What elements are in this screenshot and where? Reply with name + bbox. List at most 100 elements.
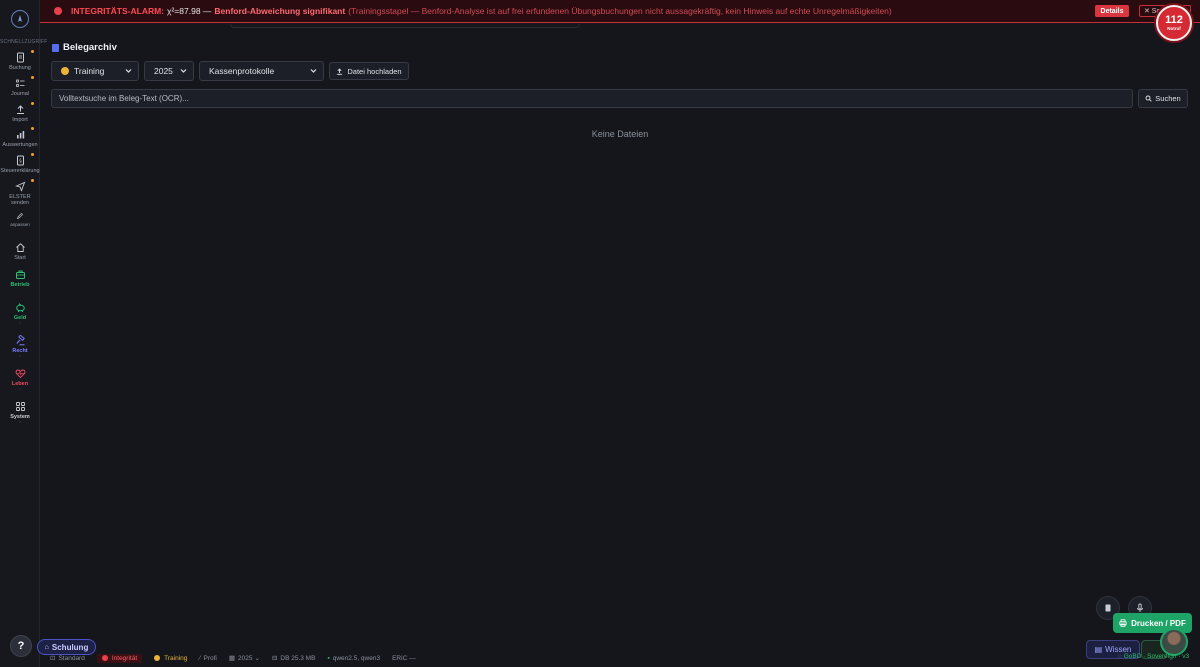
grid-icon (15, 402, 25, 411)
print-pdf-label: Drucken / PDF (1131, 618, 1186, 628)
printer-icon (1119, 619, 1127, 627)
alarm-significance: Benford-Abweichung signifikant (214, 6, 346, 16)
search-icon (1145, 95, 1152, 102)
check-circle-icon: ◌ (1118, 653, 1122, 660)
sidebar-item-expand: › (19, 419, 21, 424)
sidebar-item-anpassen[interactable]: anpassen (0, 212, 40, 228)
status-models: ▪ qwen2.5, qwen3 (327, 654, 381, 662)
chip-icon: ▪ (327, 654, 330, 662)
home-icon (15, 243, 25, 252)
status-training-badge[interactable]: Training (154, 655, 187, 662)
status-eric: ERiC — (392, 654, 416, 662)
alarm-dot-icon (54, 7, 62, 15)
ocr-search-input[interactable] (51, 89, 1133, 108)
alarm-chi-value: χ²=87.98 — (167, 6, 212, 16)
book-icon: ▤ (1094, 645, 1103, 654)
chevron-down-icon (310, 69, 317, 73)
sidebar: SCHNELLZUGRIFF Buchung Journal Import Au… (0, 0, 48, 667)
upload-icon (16, 105, 24, 114)
sidebar-item-journal[interactable]: Journal (0, 76, 40, 97)
piggy-bank-icon (15, 303, 25, 312)
tax-form-icon: § (16, 155, 24, 166)
sidebar-item-geld[interactable]: Geld › (0, 302, 40, 325)
svg-text:§: § (19, 159, 22, 165)
chevron-down-icon (125, 69, 132, 73)
alarm-description: (Trainingsstapel — Benford-Analyse ist a… (348, 6, 892, 16)
sidebar-item-label: Steuererklärung (0, 168, 40, 174)
upload-file-button[interactable]: Datei hochladen (329, 62, 409, 80)
mode-select[interactable]: Training (51, 61, 139, 81)
database-icon: ⊟ (271, 655, 278, 662)
send-icon (14, 181, 25, 192)
sidebar-item-betrieb[interactable]: Betrieb (0, 269, 40, 288)
training-dot-icon (61, 67, 69, 75)
empty-state-text: Keine Dateien (591, 129, 649, 139)
microphone-icon (1137, 603, 1143, 612)
sidebar-item-auswertungen[interactable]: Auswertungen (0, 127, 40, 148)
upload-icon (337, 67, 343, 75)
layout-icon: ⊡ (50, 655, 56, 662)
status-integritaet-badge[interactable]: Integrität (96, 653, 143, 663)
app-logo-icon[interactable] (11, 10, 29, 28)
sidebar-item-recht[interactable]: Recht › (0, 335, 40, 358)
sidebar-item-label: Import (12, 117, 28, 123)
sidebar-item-label: Journal (10, 91, 30, 97)
year-select-value: 2025 (154, 66, 173, 76)
mode-select-value: Training (74, 66, 105, 76)
briefcase-icon (15, 270, 25, 279)
help-button[interactable]: ? (10, 635, 32, 657)
status-bar: ⊡ Standard Integrität Training ⁄ Profi ▦… (40, 651, 1080, 665)
emergency-label: Notruf (1167, 26, 1181, 31)
graduation-cap-icon: ⌂ (44, 643, 49, 651)
sidebar-item-label: anpassen (10, 222, 30, 227)
sidebar-item-label: Start (14, 255, 26, 261)
gobd-version-label: ◌ GoBD · Sovereign · v3 (1118, 653, 1190, 660)
quick-access-label: SCHNELLZUGRIFF (0, 39, 48, 45)
alarm-details-button[interactable]: Details (1095, 5, 1129, 17)
search-button-label: Suchen (1155, 94, 1181, 103)
sidebar-item-expand: › (19, 353, 21, 358)
top-tab-outline (230, 24, 580, 28)
archive-icon (52, 43, 59, 52)
sidebar-item-system[interactable]: System › (0, 401, 40, 424)
sidebar-item-label: Auswertungen (2, 142, 38, 148)
sidebar-item-label: Buchung (9, 65, 31, 71)
status-year[interactable]: ▦ 2025 ⌄ (228, 654, 260, 663)
status-profi[interactable]: ⁄ Profi (199, 655, 216, 662)
assistant-avatar[interactable] (1160, 628, 1188, 656)
wand-icon: ⁄ (199, 654, 201, 662)
category-select[interactable]: Kassenprotokolle (199, 61, 324, 81)
sidebar-item-expand: › (19, 386, 21, 391)
calendar-icon: ▦ (228, 655, 236, 662)
category-select-value: Kassenprotokolle (209, 66, 275, 76)
sidebar-item-start[interactable]: Start (0, 242, 40, 261)
sidebar-item-elster-senden[interactable]: ELSTER senden (0, 179, 40, 206)
emergency-call-button[interactable]: 112 Notruf (1156, 5, 1192, 41)
alarm-title: INTEGRITÄTS-ALARM: (71, 6, 165, 16)
gavel-icon (15, 335, 25, 346)
status-standard[interactable]: ⊡ Standard (50, 654, 85, 663)
status-db-size: ⊟ DB 25.3 MB (271, 654, 316, 663)
list-icon (15, 79, 24, 87)
sidebar-item-leben[interactable]: Leben › (0, 368, 40, 391)
sidebar-item-buchung[interactable]: Buchung (0, 50, 40, 71)
search-button[interactable]: Suchen (1138, 89, 1188, 108)
year-select[interactable]: 2025 (144, 61, 194, 81)
emergency-number: 112 (1165, 14, 1183, 26)
page-title: Belegarchiv (52, 42, 117, 53)
integrity-alarm-banner: INTEGRITÄTS-ALARM: χ²=87.98 — Benford-Ab… (40, 0, 1200, 23)
sidebar-item-label: ELSTER senden (9, 194, 31, 206)
sidebar-item-steuererklaerung[interactable]: § Steuererklärung (0, 153, 40, 174)
sidebar-item-label: Betrieb (10, 282, 30, 288)
document-icon (16, 52, 24, 63)
chevron-down-icon (180, 69, 187, 73)
chevron-down-icon: ⌄ (254, 655, 260, 662)
heart-pulse-icon (15, 369, 25, 379)
upload-file-label: Datei hochladen (347, 66, 402, 76)
bar-chart-icon (16, 131, 24, 139)
pencil-icon (16, 212, 24, 220)
sidebar-item-expand: › (19, 320, 21, 325)
clipboard-icon (1105, 604, 1111, 612)
page-title-text: Belegarchiv (63, 42, 117, 53)
sidebar-item-import[interactable]: Import (0, 102, 40, 123)
